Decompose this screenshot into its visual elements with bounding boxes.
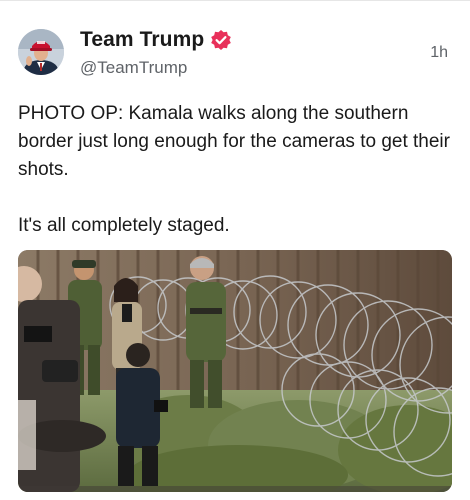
author-display-name[interactable]: Team Trump xyxy=(80,28,204,52)
author-name-row: Team Trump xyxy=(80,28,232,52)
avatar[interactable] xyxy=(18,29,64,75)
post-timestamp[interactable]: 1h xyxy=(430,44,448,62)
post-text-paragraph: It's all completely staged. xyxy=(18,215,230,236)
avatar-image xyxy=(18,29,64,75)
post-card[interactable]: Team Trump @TeamTrump 1h PHOTO OP: Kamal… xyxy=(0,0,470,500)
post-text-paragraph: PHOTO OP: Kamala walks along the souther… xyxy=(18,103,450,180)
divider xyxy=(0,0,470,1)
border-photo-illustration xyxy=(18,250,452,492)
verified-badge-icon xyxy=(210,29,232,51)
post-text: PHOTO OP: Kamala walks along the souther… xyxy=(18,100,452,240)
post-photo[interactable] xyxy=(18,250,452,492)
author-handle[interactable]: @TeamTrump xyxy=(80,58,187,78)
post-header: Team Trump @TeamTrump 1h xyxy=(18,22,452,82)
